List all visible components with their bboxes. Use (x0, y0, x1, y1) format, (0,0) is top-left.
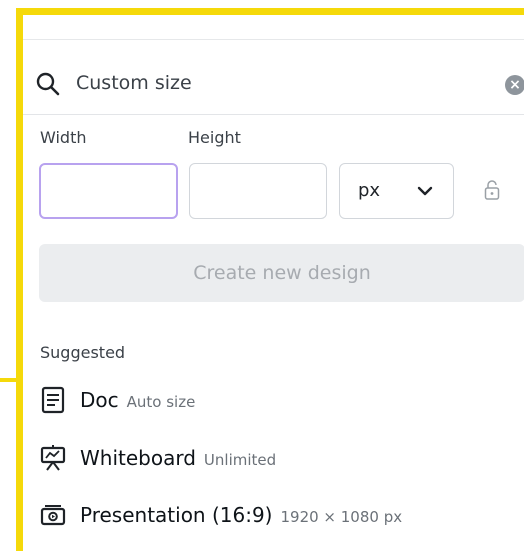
suggested-item-whiteboard[interactable]: Whiteboard Unlimited (40, 439, 510, 479)
presentation-icon (40, 505, 66, 526)
suggested-item-doc[interactable]: Doc Auto size (40, 381, 510, 421)
suggested-item-label: Doc Auto size (80, 388, 195, 412)
doc-title: Doc (80, 388, 119, 412)
height-field[interactable] (189, 163, 327, 219)
clear-search-icon[interactable]: × (505, 75, 524, 95)
whiteboard-title: Whiteboard (80, 446, 196, 470)
width-label: Width (40, 128, 87, 147)
width-field[interactable] (39, 163, 178, 219)
highlight-frame-left (16, 8, 23, 551)
panel-divider (23, 39, 524, 40)
chevron-down-icon (417, 186, 433, 196)
doc-icon (41, 386, 65, 414)
suggested-item-label: Whiteboard Unlimited (80, 446, 276, 470)
unit-value: px (358, 180, 381, 201)
presentation-subtitle: 1920 × 1080 px (280, 508, 403, 526)
create-new-design-button[interactable]: Create new design (39, 244, 524, 302)
doc-subtitle: Auto size (126, 393, 196, 411)
search-bar[interactable]: Custom size × (23, 52, 524, 115)
highlight-frame-stub (0, 378, 18, 382)
whiteboard-icon (40, 445, 66, 471)
suggested-item-label: Presentation (16:9) 1920 × 1080 px (80, 503, 402, 527)
custom-size-panel: Custom size × Width Height px Create new… (23, 15, 524, 551)
whiteboard-subtitle: Unlimited (203, 451, 277, 469)
highlight-frame-top (16, 8, 524, 15)
search-input[interactable]: Custom size (76, 72, 192, 94)
suggested-heading: Suggested (40, 343, 126, 362)
height-label: Height (188, 128, 241, 147)
search-icon (36, 72, 60, 96)
suggested-item-presentation[interactable]: Presentation (16:9) 1920 × 1080 px (40, 496, 510, 536)
unlock-icon[interactable] (484, 179, 500, 201)
unit-select[interactable]: px (339, 163, 454, 219)
presentation-title: Presentation (16:9) (80, 503, 273, 527)
